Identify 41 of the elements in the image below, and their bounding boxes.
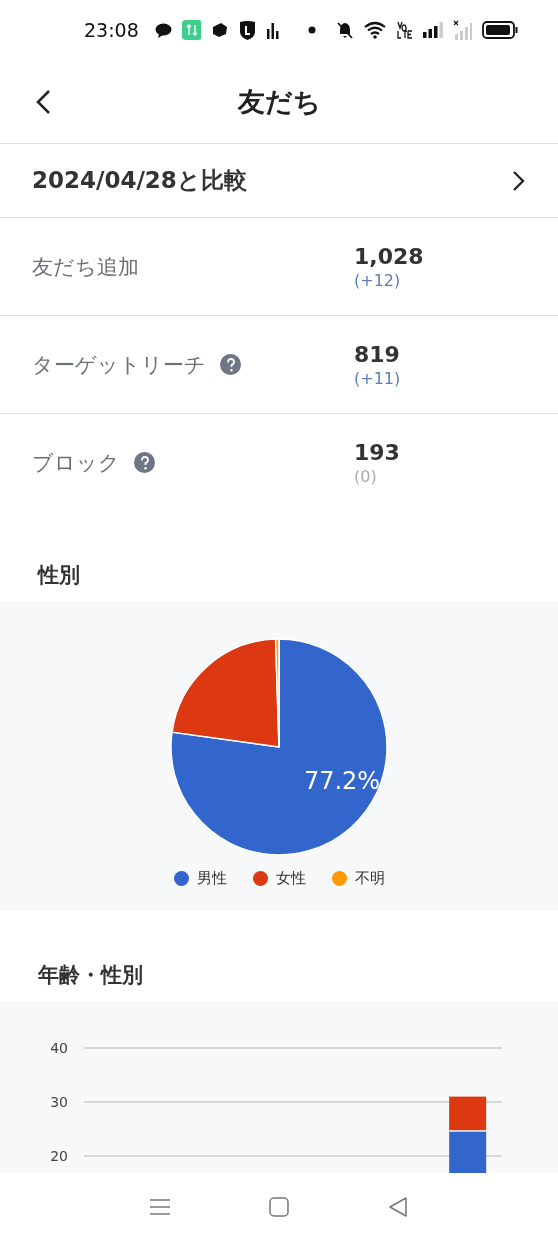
bar xyxy=(449,1131,487,1173)
stat-value: 193 xyxy=(354,439,400,465)
bar xyxy=(449,1096,487,1131)
section-title: 年齢・性別 xyxy=(38,962,143,989)
stat-change: (0) xyxy=(354,466,378,486)
bar-graph-icon xyxy=(265,21,280,39)
section-title: 性別 xyxy=(38,562,80,589)
axis-tick-label: 30 xyxy=(50,1094,68,1110)
battery-icon xyxy=(482,21,518,39)
stat-label: 友だち追加 xyxy=(32,253,139,281)
volte-icon xyxy=(397,21,413,39)
dot-icon xyxy=(307,26,316,34)
signal-icon xyxy=(422,22,443,38)
back-nav-button[interactable] xyxy=(388,1196,409,1217)
stat-value: 1,028 xyxy=(354,243,424,269)
bell-muted-icon xyxy=(335,21,354,39)
data-label: 77.2% xyxy=(303,767,381,795)
app-icon xyxy=(211,22,230,38)
chat-bubble-icon xyxy=(154,22,172,38)
page-title: 友だち xyxy=(237,84,321,119)
menu-button[interactable] xyxy=(149,1196,170,1217)
data-transfer-icon xyxy=(181,20,202,40)
stat-value: 819 xyxy=(354,341,401,367)
stat-label: ブロック xyxy=(32,449,120,477)
stat-label: ターゲットリーチ xyxy=(32,351,206,379)
legend-label: 男性 xyxy=(196,869,227,888)
chevron-right-icon xyxy=(512,169,526,192)
help-icon[interactable] xyxy=(134,452,155,473)
wifi-icon xyxy=(363,21,388,39)
stat-change: (+12) xyxy=(354,270,402,290)
axis-tick-label: 20 xyxy=(50,1148,68,1164)
clock: 23:08 xyxy=(84,19,139,41)
legend-label: 不明 xyxy=(354,869,385,888)
home-button[interactable] xyxy=(269,1196,289,1217)
help-icon[interactable] xyxy=(220,354,241,375)
shield-icon xyxy=(239,20,256,40)
legend-label: 女性 xyxy=(275,869,306,888)
signal-icon xyxy=(452,20,473,40)
stat-change: (+11) xyxy=(354,368,401,388)
chevron-left-icon xyxy=(35,89,51,115)
axis-tick-label: 40 xyxy=(50,1040,68,1056)
